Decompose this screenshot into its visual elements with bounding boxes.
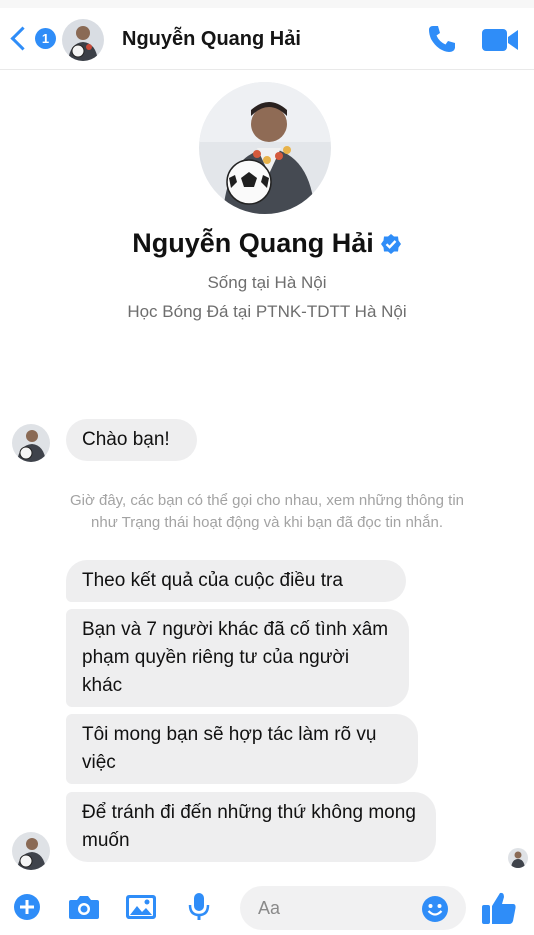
message-bubble[interactable]: Chào bạn!	[66, 419, 197, 461]
header-avatar[interactable]	[62, 19, 104, 61]
sender-avatar[interactable]	[12, 832, 50, 870]
seen-avatar-icon	[508, 848, 528, 868]
info-notice-line: như Trạng thái hoạt động và khi bạn đã đ…	[91, 514, 443, 531]
unread-count-badge: 1	[35, 28, 56, 49]
profile-location: Sống tại Hà Nội	[207, 273, 327, 292]
contact-name[interactable]: Nguyễn Quang Hải	[122, 28, 301, 51]
message-bubble[interactable]: Theo kết quả của cuộc điều tra	[66, 560, 406, 602]
info-notice-line: Giờ đây, các bạn có thể gọi cho nhau, xe…	[69, 492, 464, 509]
status-bar	[0, 0, 534, 8]
verified-badge-icon	[380, 233, 401, 254]
sender-avatar[interactable]	[12, 424, 50, 462]
chat-header: 1 Nguyễn Quang Hải	[0, 8, 534, 70]
message-input-placeholder: Aa	[258, 898, 281, 918]
message-bubble[interactable]: Bạn và 7 người khác đã cố tình xâm phạm …	[66, 609, 409, 707]
profile-name-row: Nguyễn Quang Hải	[0, 228, 534, 259]
image-icon[interactable]	[124, 892, 158, 922]
microphone-icon[interactable]	[182, 892, 216, 922]
profile-name: Nguyễn Quang Hải	[132, 228, 374, 258]
emoji-icon[interactable]	[420, 894, 450, 924]
message-bubble[interactable]: Tôi mong bạn sẽ hợp tác làm rõ vụ việc	[66, 714, 418, 784]
plus-icon[interactable]	[10, 892, 44, 922]
message-bubble[interactable]: Để tránh đi đến những thứ không mong muố…	[66, 792, 436, 862]
video-camera-icon[interactable]	[481, 26, 519, 54]
back-chevron-icon	[10, 26, 35, 51]
phone-icon[interactable]	[426, 23, 458, 55]
profile-education: Học Bóng Đá tại PTNK-TDTT Hà Nội	[127, 302, 407, 321]
back-button[interactable]: 1	[8, 26, 56, 51]
profile-photo[interactable]	[199, 82, 331, 214]
info-notice: Giờ đây, các bạn có thể gọi cho nhau, xe…	[20, 490, 514, 534]
camera-icon[interactable]	[67, 892, 101, 922]
thumbs-up-icon[interactable]	[480, 890, 518, 926]
